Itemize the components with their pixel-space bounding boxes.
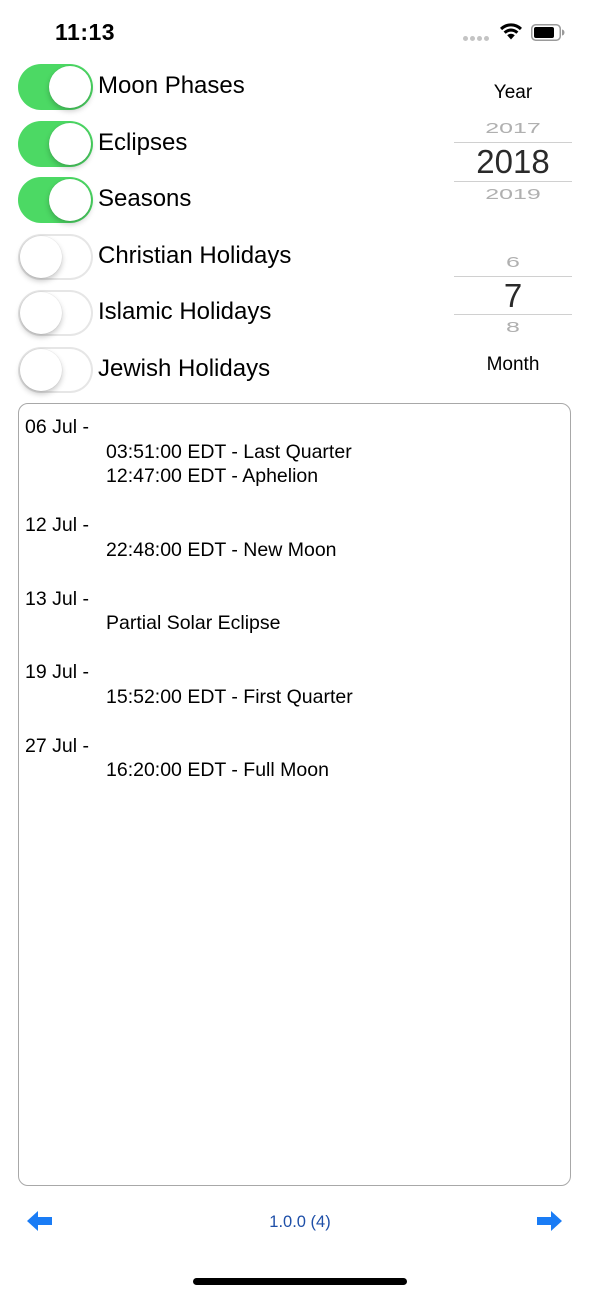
signal-dots-icon <box>463 36 491 42</box>
year-selected-value[interactable]: 2018 <box>454 143 572 181</box>
month-prev-value[interactable]: 6 <box>454 254 572 271</box>
switch-knob <box>49 66 91 108</box>
event-item: 15:52:00 EDT - First Quarter <box>106 685 353 708</box>
event-item: 22:48:00 EDT - New Moon <box>106 538 337 561</box>
toggle-row-jewish-holidays: Jewish Holidays <box>18 347 438 393</box>
event-group: 13 Jul - Partial Solar Eclipse <box>25 587 564 636</box>
toggle-row-islamic-holidays: Islamic Holidays <box>18 290 438 336</box>
moon-phases-switch[interactable] <box>18 64 93 110</box>
month-selected-value[interactable]: 7 <box>454 277 572 315</box>
year-picker-label: Year <box>493 82 533 103</box>
month-picker-label: Month <box>486 354 540 375</box>
islamic-holidays-switch[interactable] <box>18 290 93 336</box>
switch-knob <box>20 349 62 391</box>
seasons-switch[interactable] <box>18 177 93 223</box>
year-picker[interactable]: 2017 2018 2019 <box>454 110 572 210</box>
islamic-holidays-label: Islamic Holidays <box>98 298 272 325</box>
event-date: 27 Jul - <box>25 734 89 757</box>
month-next-value[interactable]: 8 <box>454 319 572 336</box>
toggle-row-christian-holidays: Christian Holidays <box>18 234 438 280</box>
jewish-holidays-label: Jewish Holidays <box>98 355 271 382</box>
event-group: 27 Jul - 16:20:00 EDT - Full Moon <box>25 734 564 783</box>
picker-divider <box>454 314 572 315</box>
jewish-holidays-switch[interactable] <box>18 347 93 393</box>
event-date: 13 Jul - <box>25 587 89 610</box>
toggle-row-eclipses: Eclipses <box>18 121 438 167</box>
eclipses-switch[interactable] <box>18 121 93 167</box>
battery-icon <box>531 24 565 41</box>
month-picker[interactable]: 6 7 8 <box>454 244 572 344</box>
eclipses-label: Eclipses <box>98 129 188 156</box>
wifi-icon <box>500 23 522 40</box>
christian-holidays-label: Christian Holidays <box>98 242 292 269</box>
year-next-value[interactable]: 2019 <box>454 186 572 203</box>
event-group: 12 Jul - 22:48:00 EDT - New Moon <box>25 513 564 562</box>
event-item: 03:51:00 EDT - Last Quarter <box>106 440 352 463</box>
arrow-right-icon[interactable] <box>534 1206 564 1236</box>
toggle-row-seasons: Seasons <box>18 177 438 223</box>
status-bar: 11:13 <box>0 0 600 60</box>
toggle-row-moon-phases: Moon Phases <box>18 64 438 110</box>
picker-divider <box>454 181 572 182</box>
event-group: 06 Jul - 03:51:00 EDT - Last Quarter 12:… <box>25 415 564 489</box>
christian-holidays-switch[interactable] <box>18 234 93 280</box>
event-item: 16:20:00 EDT - Full Moon <box>106 759 329 781</box>
seasons-label: Seasons <box>98 185 192 212</box>
year-prev-value[interactable]: 2017 <box>454 120 572 137</box>
event-date: 19 Jul - <box>25 661 89 683</box>
event-item: 12:47:00 EDT - Aphelion <box>106 465 319 487</box>
switch-knob <box>49 179 91 221</box>
switch-knob <box>49 123 91 165</box>
switch-knob <box>20 292 62 334</box>
home-indicator <box>193 1278 407 1285</box>
events-text-view[interactable]: 06 Jul - 03:51:00 EDT - Last Quarter 12:… <box>18 403 571 1186</box>
event-date: 12 Jul - <box>25 514 89 536</box>
moon-phases-label: Moon Phases <box>98 72 245 99</box>
event-group: 19 Jul - 15:52:00 EDT - First Quarter <box>25 660 564 709</box>
event-date: 06 Jul - <box>25 416 89 438</box>
event-item: Partial Solar Eclipse <box>106 612 281 634</box>
version-label: 1.0.0 (4) <box>269 1213 331 1231</box>
switch-knob <box>20 236 62 278</box>
status-time: 11:13 <box>55 19 116 45</box>
